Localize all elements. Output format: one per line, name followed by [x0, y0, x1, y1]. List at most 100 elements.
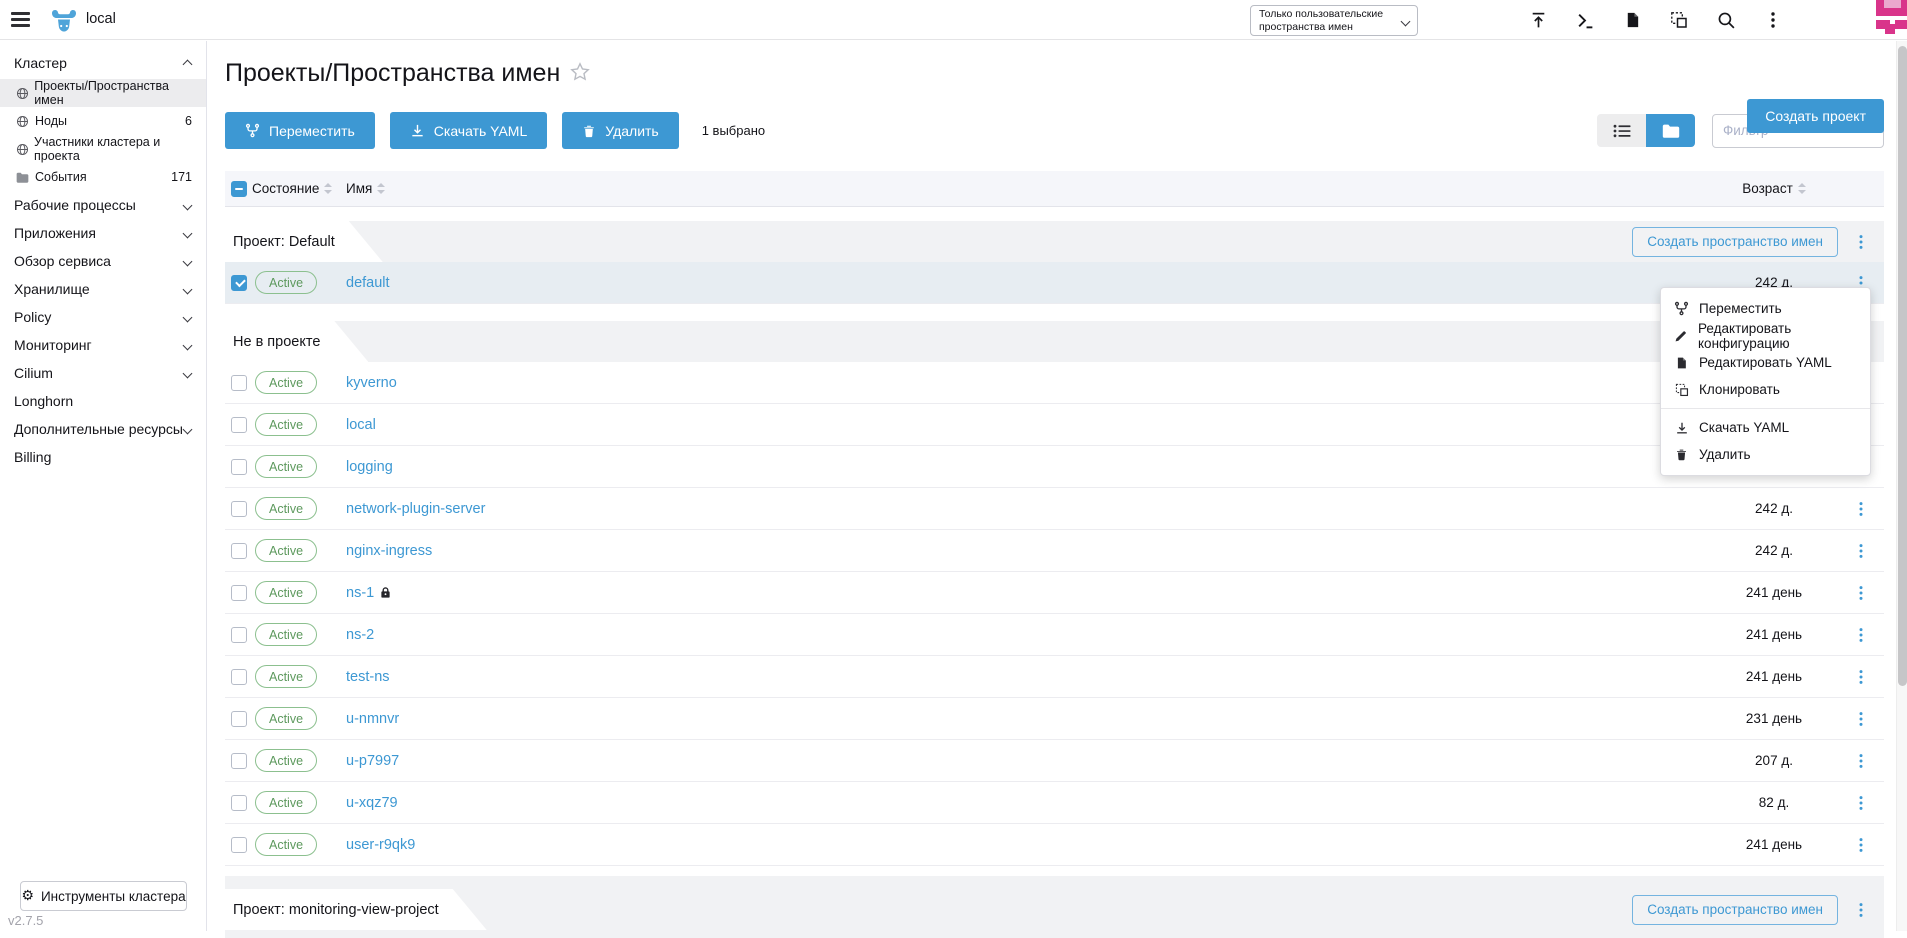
kubectl-shell-icon[interactable]: [1575, 10, 1595, 30]
select-all-checkbox[interactable]: [231, 181, 247, 197]
namespace-link[interactable]: local: [346, 417, 376, 433]
row-checkbox[interactable]: [231, 417, 247, 433]
kebab-menu-icon[interactable]: [1763, 10, 1783, 30]
sidebar-group-кластер[interactable]: Кластер: [0, 47, 206, 79]
namespace-filter-dropdown[interactable]: Только пользовательские пространства име…: [1250, 5, 1418, 36]
row-checkbox[interactable]: [231, 543, 247, 559]
row-checkbox[interactable]: [231, 375, 247, 391]
sidebar-section-приложения[interactable]: Приложения: [0, 219, 206, 247]
namespace-link[interactable]: u-nmnvr: [346, 711, 399, 727]
namespace-row[interactable]: Active u-xqz79 82 д.: [225, 782, 1884, 824]
user-avatar[interactable]: [1876, 0, 1907, 35]
row-checkbox[interactable]: [231, 795, 247, 811]
row-kebab-icon[interactable]: [1854, 795, 1868, 811]
file-icon[interactable]: [1622, 10, 1642, 30]
namespace-row[interactable]: Active u-nmnvr 231 день: [225, 698, 1884, 740]
grouped-view-button[interactable]: [1646, 114, 1695, 147]
sidebar-item-участники-кластера-и-проекта[interactable]: Участники кластера и проекта: [0, 135, 206, 163]
context-menu-item-редактировать-yaml[interactable]: Редактировать YAML: [1661, 349, 1870, 376]
hamburger-menu-icon[interactable]: [11, 12, 30, 31]
namespace-link[interactable]: nginx-ingress: [346, 543, 432, 559]
row-checkbox[interactable]: [231, 459, 247, 475]
namespace-link[interactable]: test-ns: [346, 669, 390, 685]
namespace-link[interactable]: ns-2: [346, 627, 374, 643]
row-kebab-icon[interactable]: [1854, 543, 1868, 559]
search-icon[interactable]: [1716, 10, 1736, 30]
group-kebab-icon[interactable]: [1854, 902, 1868, 918]
column-header-name[interactable]: Имя: [337, 181, 1710, 196]
namespace-row[interactable]: Active nginx-ingress 242 д.: [225, 530, 1884, 572]
copy-icon[interactable]: [1669, 10, 1689, 30]
move-button[interactable]: Переместить: [225, 112, 375, 149]
delete-button[interactable]: Удалить: [562, 112, 678, 149]
namespace-row[interactable]: Active u-p7997 207 д.: [225, 740, 1884, 782]
item-count-badge: 6: [185, 114, 192, 128]
create-namespace-button[interactable]: Создать пространство имен: [1632, 895, 1838, 925]
namespace-link[interactable]: kyverno: [346, 375, 397, 391]
sidebar-section-billing[interactable]: Billing: [0, 443, 206, 471]
row-kebab-icon[interactable]: [1854, 627, 1868, 643]
context-menu-item-удалить[interactable]: Удалить: [1661, 441, 1870, 468]
row-kebab-icon[interactable]: [1854, 669, 1868, 685]
sidebar-section-longhorn[interactable]: Longhorn: [0, 387, 206, 415]
sidebar-section-рабочие-процессы[interactable]: Рабочие процессы: [0, 191, 206, 219]
row-kebab-icon[interactable]: [1854, 501, 1868, 517]
row-checkbox[interactable]: [231, 585, 247, 601]
upload-icon[interactable]: [1528, 10, 1548, 30]
namespace-row[interactable]: Active default 242 д.: [225, 262, 1884, 304]
row-kebab-icon[interactable]: [1854, 711, 1868, 727]
list-view-button[interactable]: [1597, 114, 1646, 147]
sidebar-section-policy[interactable]: Policy: [0, 303, 206, 331]
sidebar-section-cilium[interactable]: Cilium: [0, 359, 206, 387]
column-header-age[interactable]: Возраст: [1710, 181, 1838, 196]
row-checkbox[interactable]: [231, 669, 247, 685]
namespace-link[interactable]: default: [346, 275, 390, 291]
namespace-link[interactable]: logging: [346, 459, 393, 475]
favorite-star-icon[interactable]: [570, 62, 590, 87]
row-checkbox[interactable]: [231, 501, 247, 517]
page-scrollbar[interactable]: [1896, 41, 1907, 931]
row-checkbox[interactable]: [231, 753, 247, 769]
row-kebab-icon[interactable]: [1854, 585, 1868, 601]
column-header-state[interactable]: Состояние: [247, 181, 337, 196]
cluster-name: local: [86, 11, 116, 27]
namespace-row[interactable]: Active ns-2 241 день: [225, 614, 1884, 656]
namespace-row[interactable]: Active local: [225, 404, 1884, 446]
sidebar-item-проекты-пространства-имен[interactable]: Проекты/Пространства имен: [0, 79, 206, 107]
row-kebab-icon[interactable]: [1854, 753, 1868, 769]
sidebar-section-дополнительные-ресурсы[interactable]: Дополнительные ресурсы: [0, 415, 206, 443]
row-checkbox[interactable]: [231, 627, 247, 643]
row-kebab-icon[interactable]: [1854, 837, 1868, 853]
namespace-link[interactable]: u-p7997: [346, 753, 399, 769]
scrollbar-thumb[interactable]: [1898, 46, 1907, 686]
namespace-link[interactable]: network-plugin-server: [346, 501, 485, 517]
context-menu-item-клонировать[interactable]: Клонировать: [1661, 376, 1870, 403]
namespace-row[interactable]: Active user-r9qk9 241 день: [225, 824, 1884, 866]
create-project-button[interactable]: Создать проект: [1747, 99, 1884, 133]
sidebar-item-события[interactable]: События 171: [0, 163, 206, 191]
namespace-link[interactable]: u-xqz79: [346, 795, 398, 811]
namespace-row[interactable]: Active kyverno: [225, 362, 1884, 404]
namespace-link[interactable]: user-r9qk9: [346, 837, 415, 853]
namespace-link[interactable]: ns-1: [346, 585, 374, 601]
download-yaml-button[interactable]: Скачать YAML: [390, 112, 547, 149]
namespace-row[interactable]: Active logging 242 д.: [225, 446, 1884, 488]
sidebar-section-обзор-сервиса[interactable]: Обзор сервиса: [0, 247, 206, 275]
context-menu-item-редактировать-конфигурацию[interactable]: Редактировать конфигурацию: [1661, 322, 1870, 349]
group-kebab-icon[interactable]: [1854, 234, 1868, 250]
table-group: Не в проекте Active kyverno Active local…: [225, 304, 1884, 866]
namespace-row[interactable]: Active test-ns 241 день: [225, 656, 1884, 698]
sidebar-section-мониторинг[interactable]: Мониторинг: [0, 331, 206, 359]
row-checkbox[interactable]: [231, 837, 247, 853]
context-menu-item-переместить[interactable]: Переместить: [1661, 295, 1870, 322]
namespace-row[interactable]: Active ns-1 241 день: [225, 572, 1884, 614]
sidebar-item-ноды[interactable]: Ноды 6: [0, 107, 206, 135]
row-checkbox[interactable]: [231, 275, 247, 291]
sidebar-section-хранилище[interactable]: Хранилище: [0, 275, 206, 303]
namespace-row[interactable]: Active network-plugin-server 242 д.: [225, 488, 1884, 530]
create-namespace-button[interactable]: Создать пространство имен: [1632, 227, 1838, 257]
rancher-logo[interactable]: [50, 6, 78, 39]
cluster-tools-button[interactable]: ⚙ Инструменты кластера: [20, 881, 187, 911]
row-checkbox[interactable]: [231, 711, 247, 727]
context-menu-item-скачать-yaml[interactable]: Скачать YAML: [1661, 414, 1870, 441]
